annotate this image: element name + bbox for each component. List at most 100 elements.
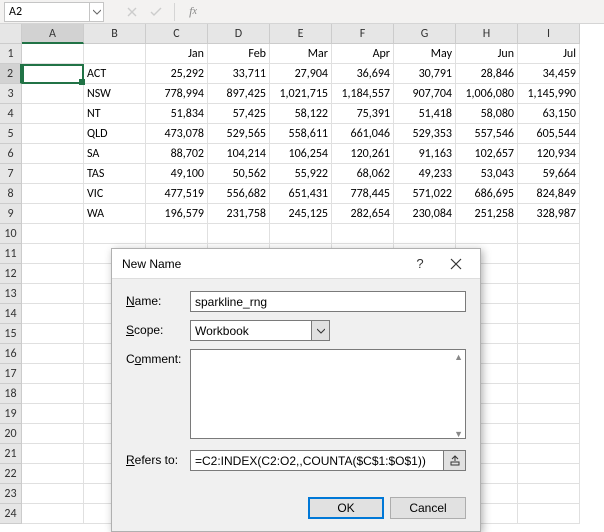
cell[interactable]: 68,062 (332, 164, 394, 184)
cell[interactable] (208, 224, 270, 244)
cell[interactable] (84, 44, 146, 64)
scope-dropdown-button[interactable] (312, 320, 330, 341)
cell[interactable]: 230,084 (394, 204, 456, 224)
cell[interactable]: 778,445 (332, 184, 394, 204)
cell[interactable] (22, 484, 84, 504)
cell[interactable]: 1,184,557 (332, 84, 394, 104)
row-header-5[interactable]: 5 (0, 124, 22, 144)
row-header-10[interactable]: 10 (0, 224, 22, 244)
cell[interactable]: May (394, 44, 456, 64)
cell[interactable] (518, 404, 580, 424)
cell[interactable]: 529,353 (394, 124, 456, 144)
cell[interactable]: 120,261 (332, 144, 394, 164)
cell[interactable]: 102,657 (456, 144, 518, 164)
cell[interactable] (22, 224, 84, 244)
cell[interactable] (22, 444, 84, 464)
cell[interactable] (518, 344, 580, 364)
cell[interactable]: 25,292 (146, 64, 208, 84)
cell[interactable]: 824,849 (518, 184, 580, 204)
row-header-6[interactable]: 6 (0, 144, 22, 164)
cell[interactable] (518, 264, 580, 284)
cell[interactable] (22, 384, 84, 404)
row-header-4[interactable]: 4 (0, 104, 22, 124)
row-header-3[interactable]: 3 (0, 84, 22, 104)
cell[interactable]: 75,391 (332, 104, 394, 124)
cell[interactable]: Jun (456, 44, 518, 64)
cell[interactable]: 1,145,990 (518, 84, 580, 104)
cell[interactable]: 245,125 (270, 204, 332, 224)
row-header-20[interactable]: 20 (0, 424, 22, 444)
cell[interactable] (22, 324, 84, 344)
cell[interactable]: 34,459 (518, 64, 580, 84)
collapse-dialog-button[interactable] (444, 450, 466, 471)
cell[interactable]: SA (84, 144, 146, 164)
cell[interactable]: 33,711 (208, 64, 270, 84)
cell[interactable]: 529,565 (208, 124, 270, 144)
cell[interactable] (22, 124, 84, 144)
select-all-corner[interactable] (0, 24, 22, 44)
cell[interactable] (22, 144, 84, 164)
cell[interactable] (22, 284, 84, 304)
cell[interactable]: NT (84, 104, 146, 124)
cell[interactable]: 328,987 (518, 204, 580, 224)
cell[interactable] (518, 384, 580, 404)
cell[interactable]: 49,233 (394, 164, 456, 184)
cell[interactable]: 58,080 (456, 104, 518, 124)
cell[interactable] (518, 424, 580, 444)
cell[interactable] (22, 424, 84, 444)
cell[interactable]: 1,021,715 (270, 84, 332, 104)
cell[interactable] (84, 224, 146, 244)
column-header-C[interactable]: C (146, 24, 208, 44)
column-header-G[interactable]: G (394, 24, 456, 44)
cancel-button[interactable]: Cancel (390, 497, 466, 519)
cell[interactable]: 196,579 (146, 204, 208, 224)
column-header-E[interactable]: E (270, 24, 332, 44)
cell[interactable] (518, 324, 580, 344)
row-header-8[interactable]: 8 (0, 184, 22, 204)
cell[interactable]: 661,046 (332, 124, 394, 144)
cell[interactable] (518, 504, 580, 524)
cell[interactable]: 605,544 (518, 124, 580, 144)
cell[interactable] (22, 44, 84, 64)
cell[interactable]: 106,254 (270, 144, 332, 164)
dialog-titlebar[interactable]: New Name ? (112, 249, 480, 279)
cell[interactable]: 231,758 (208, 204, 270, 224)
cell[interactable]: 282,654 (332, 204, 394, 224)
cell[interactable]: 53,043 (456, 164, 518, 184)
row-header-13[interactable]: 13 (0, 284, 22, 304)
comment-textarea[interactable] (190, 349, 466, 439)
cell[interactable] (518, 304, 580, 324)
cell[interactable]: VIC (84, 184, 146, 204)
row-header-18[interactable]: 18 (0, 384, 22, 404)
cell[interactable]: 120,934 (518, 144, 580, 164)
cell[interactable]: NSW (84, 84, 146, 104)
column-header-I[interactable]: I (518, 24, 580, 44)
cell[interactable] (22, 244, 84, 264)
column-header-A[interactable]: A (22, 24, 84, 44)
cell[interactable] (518, 464, 580, 484)
cell[interactable] (456, 224, 518, 244)
cell[interactable]: 63,150 (518, 104, 580, 124)
cell[interactable] (22, 464, 84, 484)
cell[interactable]: Mar (270, 44, 332, 64)
refers-to-input[interactable] (190, 450, 444, 471)
cell[interactable]: 104,214 (208, 144, 270, 164)
dialog-help-button[interactable]: ? (402, 250, 438, 278)
cell[interactable]: 30,791 (394, 64, 456, 84)
cell[interactable]: QLD (84, 124, 146, 144)
cell[interactable]: 556,682 (208, 184, 270, 204)
row-header-17[interactable]: 17 (0, 364, 22, 384)
cell[interactable] (22, 64, 84, 84)
cell[interactable]: 55,922 (270, 164, 332, 184)
cell[interactable] (22, 504, 84, 524)
cell[interactable]: 91,163 (394, 144, 456, 164)
cell[interactable]: 28,846 (456, 64, 518, 84)
cell[interactable]: 778,994 (146, 84, 208, 104)
cell[interactable]: Jul (518, 44, 580, 64)
row-header-24[interactable]: 24 (0, 504, 22, 524)
cell[interactable] (518, 484, 580, 504)
cell[interactable]: 58,122 (270, 104, 332, 124)
cell[interactable]: 49,100 (146, 164, 208, 184)
cell[interactable] (22, 184, 84, 204)
cell[interactable]: Jan (146, 44, 208, 64)
